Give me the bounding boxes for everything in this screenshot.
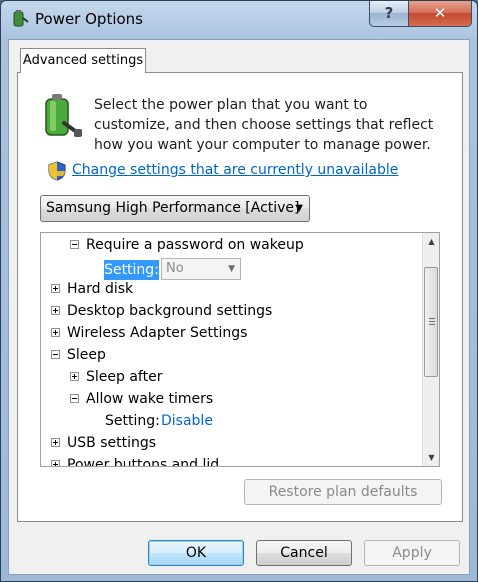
power-plan-value: Samsung High Performance [Active] — [46, 200, 300, 216]
power-plan-dropdown[interactable]: Samsung High Performance [Active] ▼ — [40, 195, 310, 222]
description-text: Select the power plan that you want to c… — [94, 97, 434, 153]
tree-item-label: Sleep after — [86, 369, 163, 385]
battery-plug-icon — [45, 94, 82, 137]
uac-shield-icon — [48, 161, 66, 181]
help-button[interactable]: ? — [369, 1, 409, 27]
expand-icon[interactable] — [51, 460, 60, 466]
tree-item-label: Hard disk — [67, 281, 134, 297]
password-setting-value: No — [166, 261, 184, 276]
tree-item-label: Wireless Adapter Settings — [67, 325, 248, 341]
cancel-button[interactable]: Cancel — [256, 540, 352, 566]
tree-item-label: Sleep — [67, 347, 106, 363]
expand-icon[interactable] — [51, 438, 60, 447]
title-bar[interactable]: Power Options ? ✕ — [1, 1, 477, 39]
expand-icon[interactable] — [70, 372, 79, 381]
power-options-window: Power Options ? ✕ Advanced settings Sele… — [0, 0, 478, 582]
window-title: Power Options — [35, 10, 143, 28]
tree-item-label: Allow wake timers — [86, 391, 214, 407]
dialog-client-area: Advanced settings Select the power plan … — [8, 39, 470, 575]
expand-icon[interactable] — [51, 328, 60, 337]
power-options-icon — [13, 10, 29, 27]
tree-item-label: Power buttons and lid — [67, 457, 220, 467]
change-settings-link[interactable]: Change settings that are currently unava… — [72, 162, 398, 178]
collapse-icon[interactable] — [51, 350, 60, 359]
tab-advanced-settings[interactable]: Advanced settings — [20, 48, 146, 73]
setting-label: Setting: — [105, 413, 160, 429]
scroll-up-icon[interactable]: ▲ — [423, 233, 439, 250]
collapse-icon[interactable] — [70, 394, 79, 403]
chevron-down-icon: ▼ — [228, 264, 235, 274]
ok-button[interactable]: OK — [148, 540, 244, 566]
close-icon: ✕ — [433, 4, 447, 22]
tree-item-label: Desktop background settings — [67, 303, 273, 319]
scrollbar-thumb[interactable] — [424, 267, 438, 377]
apply-button[interactable]: Apply — [364, 540, 460, 566]
chevron-down-icon: ▼ — [295, 203, 303, 214]
restore-defaults-button[interactable]: Restore plan defaults — [244, 479, 442, 505]
scroll-down-icon[interactable]: ▼ — [423, 449, 439, 466]
settings-tree[interactable]: Require a password on wakeup Setting: No… — [40, 232, 440, 467]
expand-icon[interactable] — [51, 284, 60, 293]
close-button[interactable]: ✕ — [408, 1, 472, 27]
tree-item-label: USB settings — [67, 435, 157, 451]
tree-scrollbar[interactable]: ▲ ▼ — [422, 233, 439, 466]
grip-icon — [429, 318, 435, 325]
collapse-icon[interactable] — [70, 240, 79, 249]
password-setting-dropdown[interactable]: No ▼ — [161, 258, 241, 280]
wake-timers-setting-value[interactable]: Disable — [161, 410, 213, 432]
tree-item-label: Require a password on wakeup — [86, 237, 304, 253]
setting-label-selected: Setting: — [104, 260, 159, 280]
expand-icon[interactable] — [51, 306, 60, 315]
advanced-settings-panel: Select the power plan that you want to c… — [17, 72, 463, 522]
